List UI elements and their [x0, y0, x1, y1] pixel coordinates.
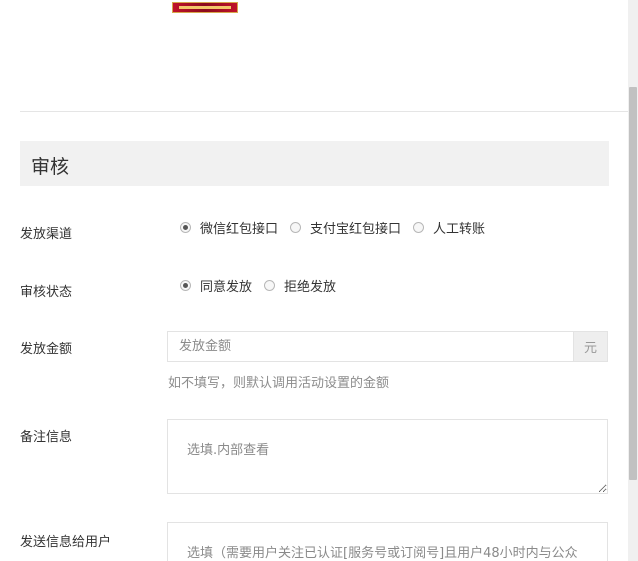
review-option-label: 拒绝发放 — [284, 280, 337, 295]
currency-unit-addon: 元 — [573, 331, 608, 362]
review-option-approve[interactable]: 同意发放 — [180, 276, 252, 295]
radio-unchecked-icon[interactable] — [264, 280, 276, 291]
channel-option-label: 微信红包接口 — [200, 222, 279, 237]
section-title: 审核 — [31, 156, 70, 178]
radio-checked-icon[interactable] — [180, 222, 191, 233]
section-header: 审核 — [20, 141, 609, 186]
review-option-label: 同意发放 — [200, 280, 253, 295]
scrollbar-thumb[interactable] — [629, 87, 637, 480]
radio-checked-icon[interactable] — [180, 280, 191, 291]
remark-label: 备注信息 — [20, 430, 73, 445]
review-status-radio-group: 同意发放 拒绝发放 — [180, 276, 348, 295]
amount-help-text: 如不填写，则默认调用活动设置的金额 — [168, 376, 390, 391]
radio-unchecked-icon[interactable] — [413, 222, 425, 233]
amount-input[interactable] — [167, 331, 573, 362]
channel-radio-group: 微信红包接口 支付宝红包接口 人工转账 — [180, 218, 497, 237]
amount-input-group: 元 — [167, 331, 608, 362]
channel-option-label: 人工转账 — [433, 222, 486, 237]
section-divider — [20, 111, 628, 112]
amount-label: 发放金额 — [20, 342, 73, 357]
channel-option-wechat[interactable]: 微信红包接口 — [180, 218, 278, 237]
review-option-reject[interactable]: 拒绝发放 — [264, 276, 336, 295]
review-status-label: 审核状态 — [20, 285, 73, 300]
promo-banner-image — [172, 2, 238, 13]
remark-textarea[interactable] — [167, 419, 608, 494]
channel-label: 发放渠道 — [20, 227, 73, 242]
page-scrollbar[interactable] — [628, 0, 638, 561]
channel-option-label: 支付宝红包接口 — [310, 222, 402, 237]
channel-option-alipay[interactable]: 支付宝红包接口 — [290, 218, 401, 237]
notify-label: 发送信息给用户 — [20, 535, 112, 550]
notify-textarea[interactable] — [167, 522, 608, 561]
radio-unchecked-icon[interactable] — [290, 222, 302, 233]
channel-option-manual[interactable]: 人工转账 — [413, 218, 485, 237]
